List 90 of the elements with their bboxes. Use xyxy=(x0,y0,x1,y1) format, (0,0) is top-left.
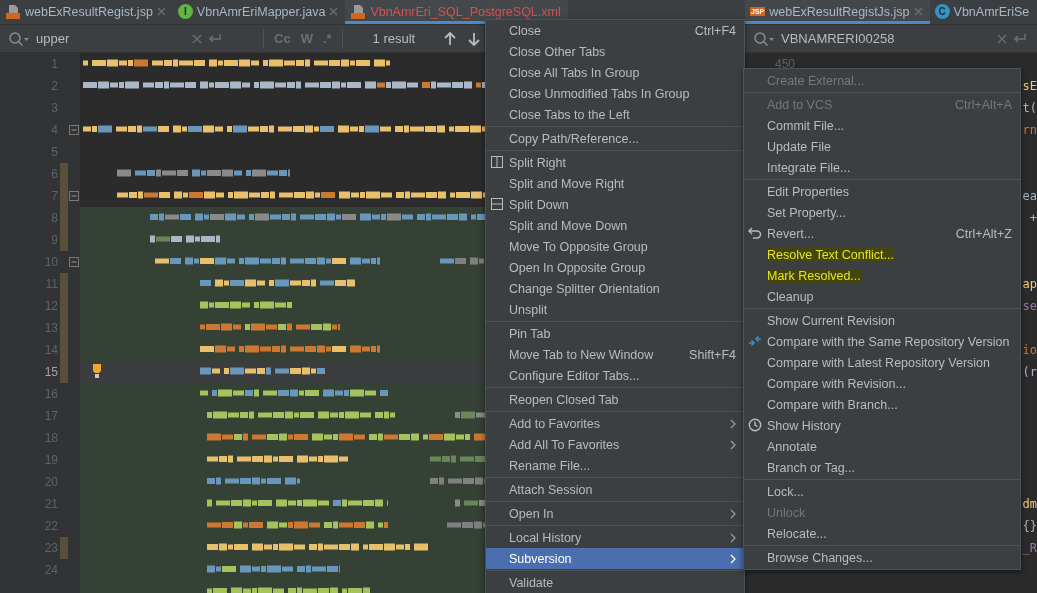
xml-file-icon xyxy=(350,3,367,20)
menu-item[interactable]: Edit Properties xyxy=(744,181,1020,202)
interface-icon: I xyxy=(177,4,193,19)
menu-item[interactable]: Subversion xyxy=(486,548,744,569)
menu-item[interactable]: Close Unmodified Tabs In Group xyxy=(486,83,744,104)
clock-icon xyxy=(748,418,762,432)
jsp-file-icon xyxy=(5,3,21,20)
line-number: 450 xyxy=(773,56,795,73)
line-number: 15 xyxy=(44,365,58,379)
newline-icon[interactable] xyxy=(1013,32,1027,45)
menu-item[interactable]: Open In Opposite Group xyxy=(486,257,744,278)
menu-item[interactable]: Cleanup xyxy=(744,286,1020,307)
menu-item[interactable]: Local History xyxy=(486,527,744,548)
menu-item[interactable]: Validate xyxy=(486,572,744,593)
menu-item[interactable]: Copy Path/Reference... xyxy=(486,128,744,149)
menu-item[interactable]: Relocate... xyxy=(744,523,1020,544)
compare-arrows-icon xyxy=(748,334,762,348)
lightbulb-icon[interactable] xyxy=(92,364,102,379)
code-text: io xyxy=(1022,342,1037,359)
editor-tab[interactable]: webExResultRegist.jsp xyxy=(0,0,173,24)
fold-icon[interactable] xyxy=(69,125,79,135)
class-icon: C xyxy=(934,4,950,19)
editor-tab[interactable]: C VbnAmrEriSe xyxy=(929,0,1037,24)
menu-item[interactable]: Compare with Latest Repository Version xyxy=(744,352,1020,373)
search-input[interactable]: VBNAMRERI00258 xyxy=(781,31,991,46)
search-icon[interactable] xyxy=(8,30,30,47)
search-field[interactable]: upper xyxy=(36,31,186,46)
menu-item[interactable]: Close Tabs to the Left xyxy=(486,104,744,125)
menu-item[interactable]: Compare with Branch... xyxy=(744,394,1020,415)
search-icon[interactable] xyxy=(753,30,775,47)
menu-item[interactable]: Unsplit xyxy=(486,299,744,320)
menu-item[interactable]: Integrate File... xyxy=(744,157,1020,178)
clear-icon[interactable] xyxy=(997,33,1007,44)
split-horizontal-icon xyxy=(490,197,504,211)
code-text: ap xyxy=(1022,276,1037,293)
code-text: dm xyxy=(1022,496,1037,513)
menu-item[interactable]: Compare with Revision... xyxy=(744,373,1020,394)
fold-icon[interactable] xyxy=(69,257,79,267)
close-icon[interactable] xyxy=(329,7,339,16)
menu-item[interactable]: Branch or Tag... xyxy=(744,457,1020,478)
search-field[interactable]: VBNAMRERI00258 xyxy=(745,25,1037,53)
menu-item[interactable]: Lock... xyxy=(744,481,1020,502)
undo-arrow-icon xyxy=(748,226,762,240)
menu-item[interactable]: Reopen Closed Tab xyxy=(486,389,744,410)
down-arrow-icon[interactable] xyxy=(466,31,481,46)
menu-item[interactable]: Close Other Tabs xyxy=(486,41,744,62)
code-text: ea xyxy=(1022,188,1037,205)
editor-tab[interactable]: I VbnAmrEriMapper.java xyxy=(172,0,346,24)
newline-icon[interactable] xyxy=(208,32,222,45)
menu-item[interactable]: Split Down xyxy=(486,194,744,215)
menu-item[interactable]: Move Tab to New Window Shift+F4 xyxy=(486,344,744,365)
menu-item[interactable]: Change Splitter Orientation xyxy=(486,278,744,299)
split-vertical-icon xyxy=(490,155,504,169)
code-text: _R xyxy=(1022,540,1037,557)
menu-item[interactable]: Rename File... xyxy=(486,455,744,476)
menu-item[interactable]: Revert... Ctrl+Alt+Z xyxy=(744,223,1020,244)
result-count: 1 result xyxy=(372,31,417,46)
menu-item[interactable]: Commit File... xyxy=(744,115,1020,136)
menu-item[interactable]: Compare with the Same Repository Version xyxy=(744,331,1020,352)
menu-item[interactable]: Show History xyxy=(744,415,1020,436)
code-text: {} xyxy=(1022,518,1037,535)
menu-item[interactable]: Attach Session xyxy=(486,479,744,500)
menu-item[interactable]: Mark Resolved... xyxy=(744,265,1020,286)
menu-item[interactable]: Show Current Revision xyxy=(744,310,1020,331)
code-text: rn xyxy=(1022,122,1037,139)
menu-item[interactable]: Split and Move Down xyxy=(486,215,744,236)
code-text: se xyxy=(1022,298,1037,315)
menu-item[interactable]: Pin Tab xyxy=(486,323,744,344)
code-text: sE xyxy=(1022,78,1037,95)
menu-item[interactable]: Resolve Text Conflict... xyxy=(744,244,1020,265)
menu-item[interactable]: Add All To Favorites xyxy=(486,434,744,455)
menu-item[interactable]: Configure Editor Tabs... xyxy=(486,365,744,386)
fold-icon[interactable] xyxy=(69,191,79,201)
clear-icon[interactable] xyxy=(192,33,202,44)
close-icon[interactable] xyxy=(913,7,923,16)
menu-item[interactable]: Move To Opposite Group xyxy=(486,236,744,257)
menu-item[interactable]: Close All Tabs In Group xyxy=(486,62,744,83)
menu-item[interactable]: Browse Changes... xyxy=(744,547,1020,568)
code-text: (r xyxy=(1022,364,1037,381)
menu-item[interactable]: Add to Favorites xyxy=(486,413,744,434)
code-text: t( xyxy=(1022,100,1037,117)
close-icon[interactable] xyxy=(156,7,166,16)
code-text: + xyxy=(1029,210,1037,227)
menu-item[interactable]: Split and Move Right xyxy=(486,173,744,194)
menu-item[interactable]: Set Property... xyxy=(744,202,1020,223)
menu-item[interactable]: Annotate xyxy=(744,436,1020,457)
up-arrow-icon[interactable] xyxy=(442,31,457,46)
menu-item[interactable]: Split Right xyxy=(486,152,744,173)
menu-item[interactable]: Open In xyxy=(486,503,744,524)
menu-item[interactable]: Update File xyxy=(744,136,1020,157)
